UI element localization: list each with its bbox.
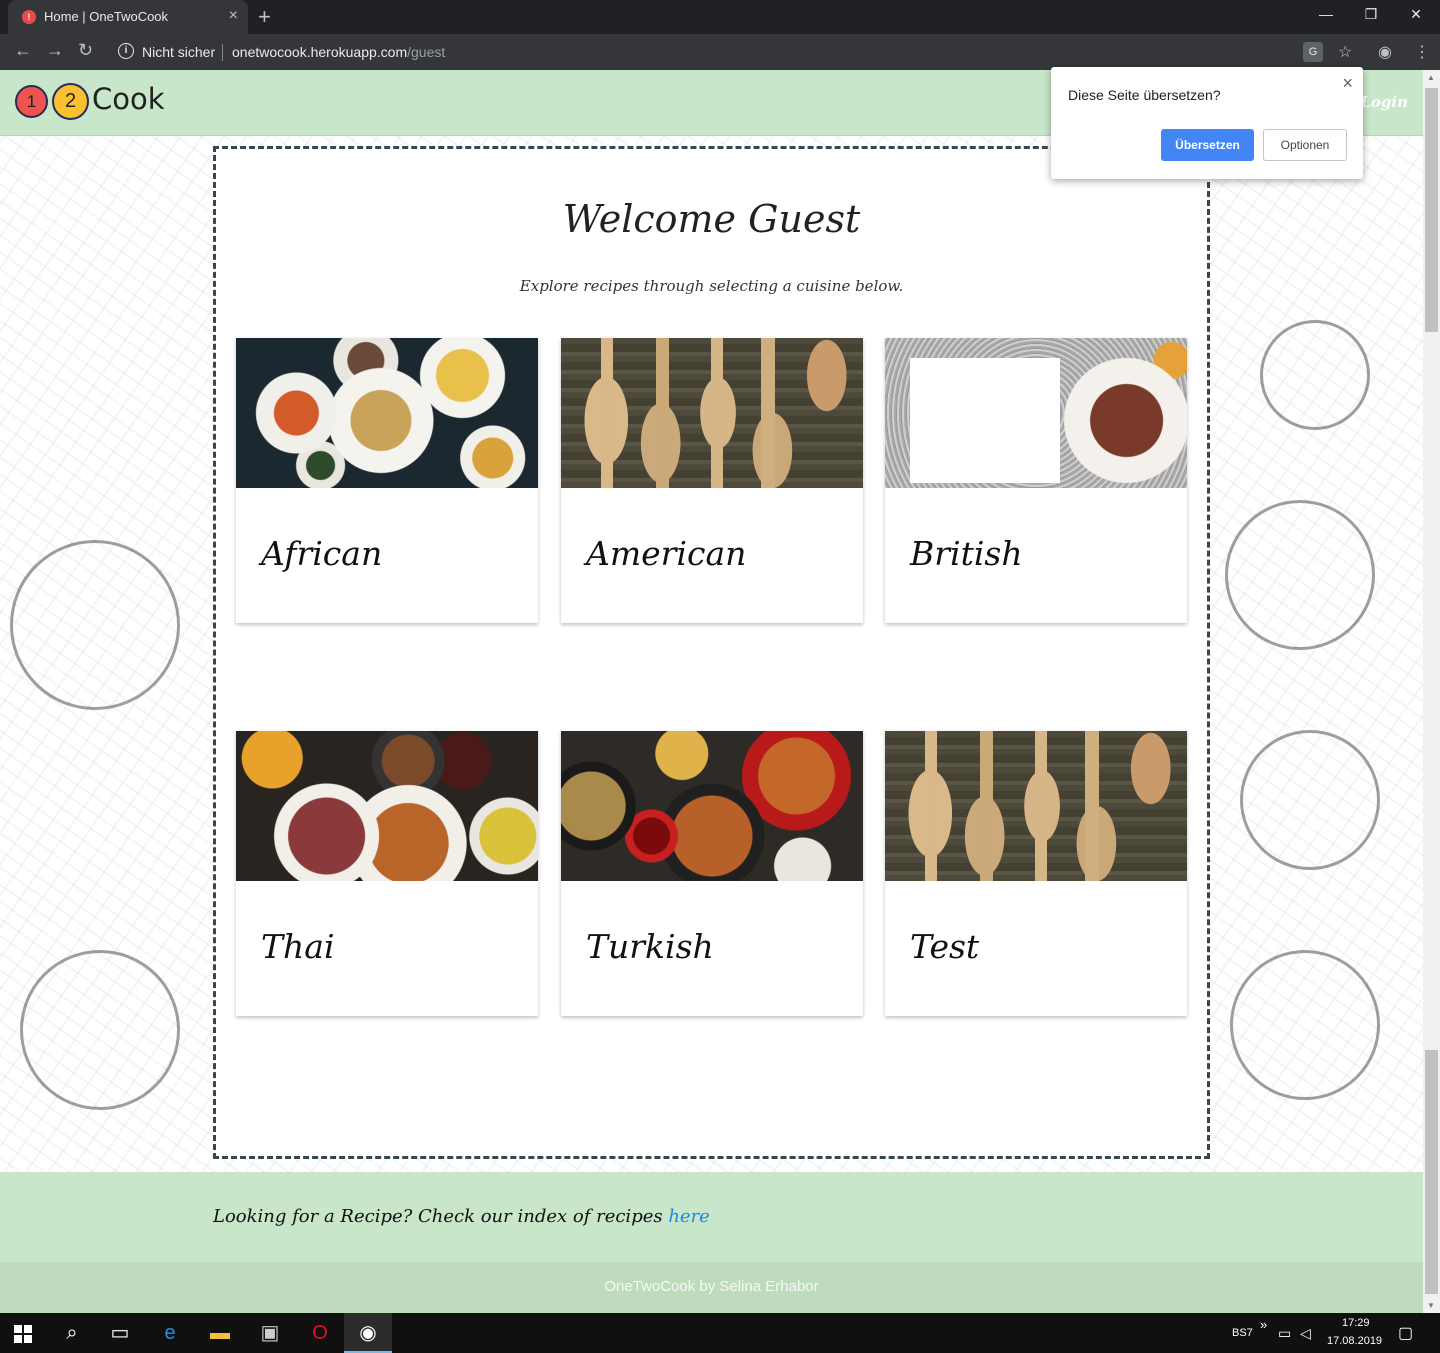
chrome-icon[interactable]: ◉ xyxy=(344,1313,392,1353)
cuisine-title: African xyxy=(261,534,383,573)
maximize-button[interactable]: ❐ xyxy=(1351,6,1391,23)
garlic-sketch-icon xyxy=(20,950,180,1110)
cauliflower-sketch-icon xyxy=(1260,320,1370,430)
page-scrollbar[interactable]: ▲ ▼ xyxy=(1423,70,1440,1313)
cuisine-title: Test xyxy=(910,927,980,966)
favicon-icon: ! xyxy=(22,10,36,24)
task-view-icon[interactable]: ▭ xyxy=(96,1313,144,1353)
logo-circle-one: 1 xyxy=(15,85,48,118)
menu-kebab-icon[interactable]: ⋮ xyxy=(1414,42,1430,62)
back-icon[interactable]: ← xyxy=(14,40,32,61)
login-link[interactable]: Login xyxy=(1360,93,1408,111)
credit-footer: OneTwoCook by Selina Erhabor xyxy=(0,1262,1423,1313)
minimize-button[interactable]: — xyxy=(1306,6,1346,22)
wooden-spoons-image xyxy=(885,731,1187,881)
close-icon[interactable]: × xyxy=(1342,73,1353,94)
credit-text: OneTwoCook by Selina Erhabor xyxy=(604,1278,819,1295)
incognito-icon[interactable]: ◉ xyxy=(1378,42,1392,62)
browser-titlebar: ! Home | OneTwoCook × + — ❐ ✕ xyxy=(0,0,1440,34)
terminal-icon[interactable]: ▣ xyxy=(246,1313,294,1353)
info-icon[interactable]: i xyxy=(118,43,134,59)
omnibox-divider xyxy=(222,44,223,61)
recipe-index-text: Looking for a Recipe? Check our index of… xyxy=(213,1206,710,1227)
network-icon[interactable]: ▭ xyxy=(1278,1325,1291,1342)
windows-logo-icon xyxy=(14,1325,32,1343)
url-path: /guest xyxy=(407,44,446,60)
recipe-index-prompt: Looking for a Recipe? Check our index of… xyxy=(213,1206,669,1227)
tab-close-icon[interactable]: × xyxy=(229,7,238,25)
keyboard-language[interactable]: BS7 xyxy=(1232,1327,1253,1339)
african-food-image xyxy=(236,338,538,488)
cuisine-card-african[interactable]: African xyxy=(236,338,538,623)
scrollbar-thumb-lower[interactable] xyxy=(1425,1050,1438,1294)
cuisine-card-american[interactable]: American xyxy=(561,338,863,623)
wooden-spoons-image xyxy=(561,338,863,488)
browser-tab[interactable]: ! Home | OneTwoCook × xyxy=(8,0,248,34)
close-window-button[interactable]: ✕ xyxy=(1396,6,1436,23)
reload-icon[interactable]: ↻ xyxy=(78,40,93,61)
translate-icon[interactable]: G xyxy=(1303,42,1323,62)
tomato-sketch-icon xyxy=(1225,500,1375,650)
tomato-sketch-icon xyxy=(1240,730,1380,870)
tray-overflow-icon[interactable]: » xyxy=(1260,1317,1267,1332)
edge-icon[interactable]: e xyxy=(146,1313,194,1353)
clock-time[interactable]: 17:29 xyxy=(1342,1317,1370,1329)
translate-popup-title: Diese Seite übersetzen? xyxy=(1068,87,1221,103)
address-bar[interactable]: onetwocook.herokuapp.com/guest xyxy=(232,44,445,60)
bookmark-star-icon[interactable]: ☆ xyxy=(1338,42,1352,62)
british-food-image xyxy=(885,338,1187,488)
translate-button[interactable]: Übersetzen xyxy=(1161,129,1254,161)
page-title: Welcome Guest xyxy=(562,197,861,241)
search-icon[interactable]: ⌕ xyxy=(48,1313,96,1353)
options-button[interactable]: Optionen xyxy=(1263,129,1347,161)
thai-food-image xyxy=(236,731,538,881)
cuisine-card-thai[interactable]: Thai xyxy=(236,731,538,1016)
cuisine-title: British xyxy=(910,534,1023,573)
tab-title: Home | OneTwoCook xyxy=(44,9,169,24)
logo-circle-two: 2 xyxy=(52,83,89,120)
page-viewport: 1 2 Cook Login Welcome Guest Explore rec… xyxy=(0,70,1423,1313)
forward-icon[interactable]: → xyxy=(46,40,64,61)
cuisine-card-test[interactable]: Test xyxy=(885,731,1187,1016)
security-label[interactable]: Nicht sicher xyxy=(142,44,215,60)
windows-taskbar: ⌕ ▭ e ▬ ▣ O ◉ BS7 » ▭ ◁ 17:29 17.08.2019… xyxy=(0,1313,1440,1353)
scrollbar-thumb[interactable] xyxy=(1425,88,1438,332)
tomato-sketch-icon xyxy=(1230,950,1380,1100)
garlic-sketch-icon xyxy=(10,540,180,710)
new-tab-button[interactable]: + xyxy=(258,4,271,30)
volume-muted-icon[interactable]: ◁ xyxy=(1300,1325,1311,1342)
file-explorer-icon[interactable]: ▬ xyxy=(196,1313,244,1353)
cuisine-title: Turkish xyxy=(586,927,714,966)
turkish-food-image xyxy=(561,731,863,881)
cuisine-title: American xyxy=(586,534,747,573)
main-content-card: Welcome Guest Explore recipes through se… xyxy=(213,146,1210,1159)
scroll-down-icon[interactable]: ▼ xyxy=(1427,1301,1435,1310)
logo-text: Cook xyxy=(92,82,165,116)
cuisine-title: Thai xyxy=(261,927,335,966)
browser-toolbar: ← → ↻ i Nicht sicher onetwocook.herokuap… xyxy=(0,34,1440,70)
scroll-up-icon[interactable]: ▲ xyxy=(1427,73,1435,82)
page-subtitle: Explore recipes through selecting a cuis… xyxy=(519,277,904,295)
recipe-index-footer: Looking for a Recipe? Check our index of… xyxy=(0,1172,1423,1262)
cuisine-card-british[interactable]: British xyxy=(885,338,1187,623)
url-host: onetwocook.herokuapp.com xyxy=(232,44,408,60)
notifications-icon[interactable]: ▢ xyxy=(1398,1323,1413,1343)
clock-date[interactable]: 17.08.2019 xyxy=(1327,1335,1382,1347)
cuisine-card-turkish[interactable]: Turkish xyxy=(561,731,863,1016)
start-button[interactable] xyxy=(0,1313,48,1353)
recipe-index-link[interactable]: here xyxy=(668,1206,710,1227)
opera-icon[interactable]: O xyxy=(296,1313,344,1353)
translate-popup: Diese Seite übersetzen? × Übersetzen Opt… xyxy=(1051,67,1363,179)
